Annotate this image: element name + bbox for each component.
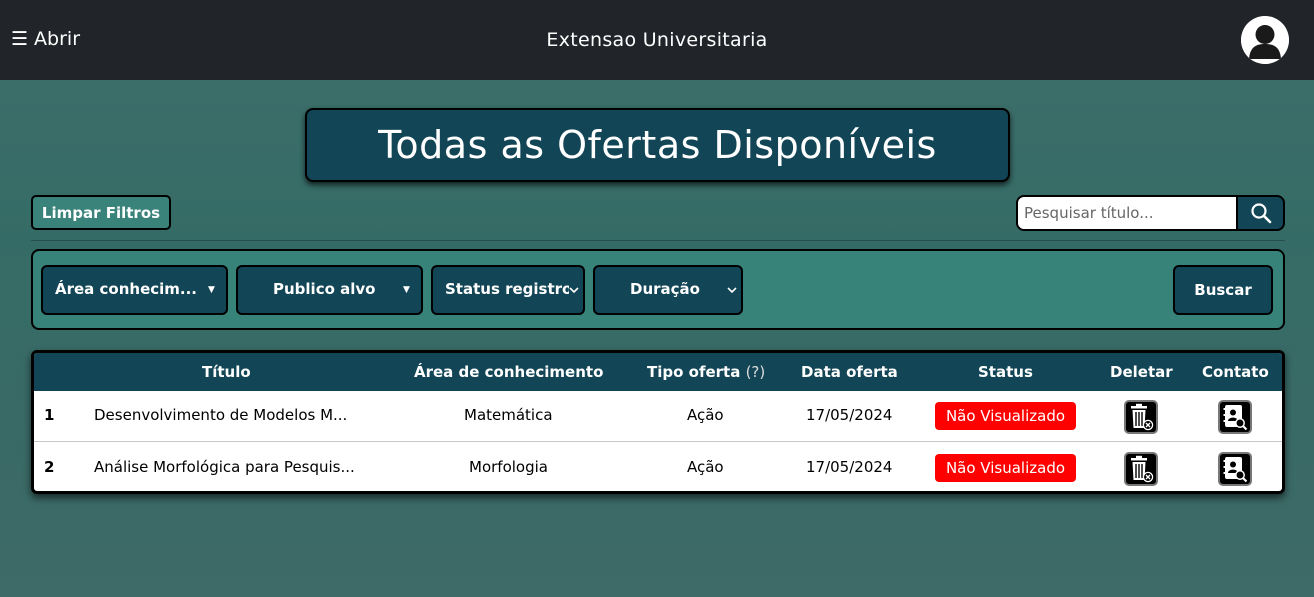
dropdown-publico-label: Publico alvo	[273, 280, 376, 298]
search-button[interactable]	[1236, 195, 1285, 231]
caret-down-icon: ▼	[403, 285, 410, 295]
contact-search-icon	[1223, 457, 1248, 483]
dropdown-duracao[interactable]: Duração	[593, 265, 743, 315]
header-data: Data oferta	[801, 363, 898, 381]
status-badge: Não Visualizado	[935, 402, 1076, 430]
dropdown-status-registro[interactable]: Status registro	[431, 265, 585, 315]
header-status: Status	[978, 363, 1033, 381]
trash-icon	[1131, 403, 1154, 431]
title-search	[1016, 195, 1285, 231]
top-navbar: ☰ Abrir Extensao Universitaria	[0, 0, 1314, 80]
row-tipo: Ação	[687, 458, 724, 476]
dropdown-publico-alvo[interactable]: Publico alvo ▼	[236, 265, 423, 315]
divider	[31, 240, 1285, 241]
table-row: 2 Análise Morfológica para Pesquis... Mo…	[34, 443, 1282, 491]
table-row: 1 Desenvolvimento de Modelos M... Matemá…	[34, 391, 1282, 442]
row-area: Matemática	[464, 406, 553, 424]
contact-button[interactable]	[1218, 400, 1252, 434]
caret-down-icon: ▼	[208, 285, 215, 295]
dropdown-area-label: Área conhecim...	[55, 280, 198, 298]
row-number: 1	[44, 406, 55, 424]
header-deletar: Deletar	[1110, 363, 1173, 381]
row-number: 2	[44, 458, 55, 476]
offers-table: Título Área de conhecimento Tipo oferta …	[31, 350, 1285, 494]
header-contato: Contato	[1202, 363, 1269, 381]
chevron-down-icon	[569, 287, 579, 294]
contact-button[interactable]	[1218, 452, 1252, 486]
clear-filters-button[interactable]: Limpar Filtros	[31, 195, 171, 230]
dropdown-status-label: Status registro	[445, 280, 569, 298]
dropdown-area-conhecimento[interactable]: Área conhecim... ▼	[41, 265, 228, 315]
header-tipo: Tipo oferta (?)	[647, 363, 765, 381]
page-title: Todas as Ofertas Disponíveis	[378, 123, 937, 167]
row-data: 17/05/2024	[806, 458, 893, 476]
row-data: 17/05/2024	[806, 406, 893, 424]
chevron-down-icon	[727, 287, 737, 294]
row-titulo: Desenvolvimento de Modelos M...	[94, 406, 348, 424]
contact-search-icon	[1223, 405, 1248, 431]
status-badge: Não Visualizado	[935, 454, 1076, 482]
row-titulo: Análise Morfológica para Pesquis...	[94, 458, 355, 476]
header-tipo-label: Tipo oferta	[647, 363, 741, 381]
user-avatar-button[interactable]	[1241, 16, 1289, 64]
dropdown-duracao-label: Duração	[630, 280, 700, 298]
search-input[interactable]	[1016, 195, 1236, 231]
header-area: Área de conhecimento	[414, 363, 604, 381]
table-header: Título Área de conhecimento Tipo oferta …	[34, 353, 1282, 391]
search-icon	[1250, 203, 1271, 224]
trash-icon	[1131, 455, 1154, 483]
delete-button[interactable]	[1124, 400, 1158, 434]
apply-filters-button[interactable]: Buscar	[1173, 265, 1273, 315]
delete-button[interactable]	[1124, 452, 1158, 486]
page-title-banner: Todas as Ofertas Disponíveis	[305, 108, 1010, 182]
header-titulo: Título	[202, 363, 251, 381]
user-silhouette-icon	[1241, 16, 1289, 64]
row-tipo: Ação	[687, 406, 724, 424]
app-title: Extensao Universitaria	[546, 29, 768, 51]
row-area: Morfologia	[469, 458, 548, 476]
help-tooltip-trigger[interactable]: (?)	[746, 363, 766, 381]
